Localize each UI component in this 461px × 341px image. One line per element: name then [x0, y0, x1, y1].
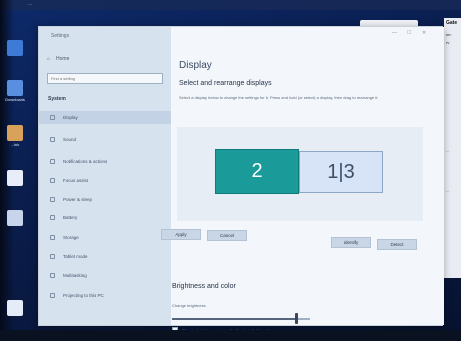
desktop-icon[interactable] [4, 40, 26, 58]
display-arrangement-area: 2 1|3 [177, 127, 423, 221]
sidebar-item-label: Display [63, 115, 78, 120]
brightness-slider[interactable] [172, 313, 310, 324]
sidebar-item-label: Power & sleep [63, 197, 93, 202]
brightness-slider-fill [172, 318, 297, 320]
detect-button[interactable]: Detect [377, 239, 417, 250]
sidebar-item-projecting[interactable]: Projecting to this PC [39, 289, 171, 302]
sidebar-item-storage[interactable]: Storage [39, 231, 171, 244]
notification-icon [50, 159, 55, 164]
sidebar-item-label: Storage [63, 235, 79, 240]
projecting-icon [50, 293, 55, 298]
section-description: Select a display below to change the set… [179, 95, 379, 100]
app-icon [7, 170, 23, 186]
sidebar-item-label: Multitasking [63, 273, 87, 278]
section-title: Select and rearrange displays [179, 80, 272, 87]
monitor-1-3[interactable]: 1|3 [299, 151, 383, 193]
monitor-label: 2 [251, 160, 263, 182]
settings-sidebar: Settings ⌂ Home System Display Sound Not… [39, 27, 171, 325]
desktop-icon-pdf[interactable] [4, 300, 26, 318]
close-button[interactable]: ✕ [422, 30, 426, 36]
speaker-icon [50, 137, 55, 142]
sidebar-item-focus-assist[interactable]: Focus assist [39, 174, 171, 187]
page-title: Display [179, 60, 212, 71]
brightness-label: Change brightness [172, 303, 206, 308]
sidebar-item-label: Tablet mode [63, 254, 88, 259]
background-window-text: rv [446, 40, 450, 45]
sidebar-item-tablet-mode[interactable]: Tablet mode [39, 250, 171, 263]
sidebar-item-label: Focus assist [63, 178, 89, 183]
sidebar-item-label: Projecting to this PC [63, 293, 104, 298]
storage-icon [50, 235, 55, 240]
download-folder-icon [7, 80, 23, 96]
monitor-icon [50, 115, 55, 120]
document-icon [7, 210, 23, 226]
background-window-text: ... [446, 148, 450, 153]
monitor-label: 1|3 [327, 160, 355, 183]
minimize-button[interactable]: — [392, 30, 397, 36]
search-input[interactable] [47, 73, 163, 84]
sidebar-item-label: Battery [63, 215, 78, 220]
sidebar-item-notifications[interactable]: Notifications & actions [39, 155, 171, 168]
sidebar-home[interactable]: ⌂ Home [47, 56, 69, 62]
multitasking-icon [50, 273, 55, 278]
brightness-section-title: Brightness and color [172, 283, 236, 290]
desktop-icon-label: Downloads [5, 97, 25, 102]
sidebar-item-label: Sound [63, 137, 77, 142]
settings-content: — ☐ ✕ Display Select and rearrange displ… [171, 27, 444, 325]
apply-button[interactable]: Apply [161, 229, 201, 240]
brightness-slider-thumb[interactable] [295, 313, 299, 324]
cancel-button[interactable]: Cancel [207, 230, 247, 241]
battery-icon [50, 215, 55, 220]
identify-button[interactable]: Identify [331, 237, 371, 248]
maximize-button[interactable]: ☐ [407, 30, 411, 36]
desktop-icon-app[interactable] [4, 170, 26, 188]
sidebar-item-multitasking[interactable]: Multitasking [39, 269, 171, 282]
sidebar-item-battery[interactable]: Battery [39, 211, 171, 224]
file-icon [7, 125, 23, 141]
sidebar-item-sound[interactable]: Sound [39, 133, 171, 146]
desktop-icon-doc[interactable] [4, 210, 26, 228]
sidebar-section-title: System [48, 96, 66, 102]
desktop-icon-file[interactable]: ...lnk [4, 125, 26, 147]
desktop-icon-label: ...lnk [10, 142, 20, 147]
background-window-text: ne: [446, 32, 452, 37]
power-icon [50, 197, 55, 202]
folder-icon [7, 40, 23, 56]
settings-window: Settings ⌂ Home System Display Sound Not… [38, 26, 444, 333]
background-window[interactable]: Gate ne: rv ... ... [444, 18, 461, 278]
sidebar-home-label: Home [56, 56, 70, 62]
taskbar [0, 330, 461, 341]
pdf-icon [7, 300, 23, 316]
sidebar-item-display[interactable]: Display [39, 111, 171, 124]
desktop-icon-downloads[interactable]: Downloads [4, 80, 26, 102]
monitor-2[interactable]: 2 [215, 149, 299, 194]
background-window-text: ... [446, 188, 450, 193]
background-window-title: Gate [446, 20, 458, 26]
moon-icon [50, 178, 55, 183]
sidebar-item-label: Notifications & actions [63, 159, 108, 164]
top-bar: ... [0, 0, 461, 10]
tablet-icon [50, 254, 55, 259]
top-bar-text: ... [28, 1, 33, 7]
app-title: Settings [51, 33, 70, 39]
sidebar-item-power-sleep[interactable]: Power & sleep [39, 193, 171, 206]
home-icon: ⌂ [47, 56, 51, 62]
